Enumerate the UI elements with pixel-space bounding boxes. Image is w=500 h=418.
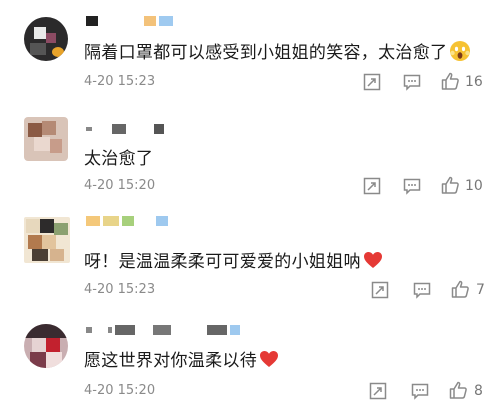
comment-icon[interactable]	[412, 280, 432, 300]
timestamp: 4-20 15:20	[84, 383, 156, 398]
avatar[interactable]	[24, 117, 68, 161]
scream-face-emoji	[449, 40, 471, 67]
like-count: 7	[476, 282, 485, 298]
comment-item: 太治愈了 4-20 15:20 10	[0, 105, 500, 205]
like-count: 16	[465, 74, 483, 90]
comment-text: 太治愈了	[84, 149, 154, 169]
comment-item: 呀！是温温柔柔可可爱爱的小姐姐呐 4-20 15:23 7	[0, 205, 500, 310]
like-count: 8	[474, 383, 483, 399]
thumbs-up-icon[interactable]	[450, 279, 470, 299]
share-icon[interactable]	[368, 381, 388, 401]
comment-icon[interactable]	[402, 72, 422, 92]
timestamp: 4-20 15:20	[84, 178, 156, 193]
timestamp: 4-20 15:23	[84, 282, 156, 297]
like-count: 10	[465, 178, 483, 194]
comment-item: 隔着口罩都可以感受到小姐姐的笑容，太治愈了 4-20 15:23 16	[0, 0, 500, 105]
comment-text: 愿这世界对你温柔以待	[84, 346, 279, 373]
avatar[interactable]	[24, 324, 68, 368]
avatar[interactable]	[24, 17, 68, 61]
comment-item: 愿这世界对你温柔以待 4-20 15:20 8	[0, 310, 500, 418]
comment-icon[interactable]	[402, 176, 422, 196]
comment-icon[interactable]	[410, 381, 430, 401]
share-icon[interactable]	[362, 176, 382, 196]
thumbs-up-icon[interactable]	[448, 380, 468, 400]
red-heart-emoji	[363, 251, 383, 274]
thumbs-up-icon[interactable]	[440, 71, 460, 91]
share-icon[interactable]	[370, 280, 390, 300]
comment-text: 隔着口罩都可以感受到小姐姐的笑容，太治愈了	[84, 38, 471, 67]
avatar[interactable]	[24, 217, 70, 263]
username-obscured[interactable]	[86, 214, 168, 228]
username-obscured[interactable]	[86, 323, 240, 337]
timestamp: 4-20 15:23	[84, 74, 156, 89]
share-icon[interactable]	[362, 72, 382, 92]
username-obscured[interactable]	[86, 14, 173, 28]
comment-text: 呀！是温温柔柔可可爱爱的小姐姐呐	[84, 247, 383, 274]
thumbs-up-icon[interactable]	[440, 175, 460, 195]
username-obscured[interactable]	[86, 122, 164, 136]
red-heart-emoji	[259, 350, 279, 373]
